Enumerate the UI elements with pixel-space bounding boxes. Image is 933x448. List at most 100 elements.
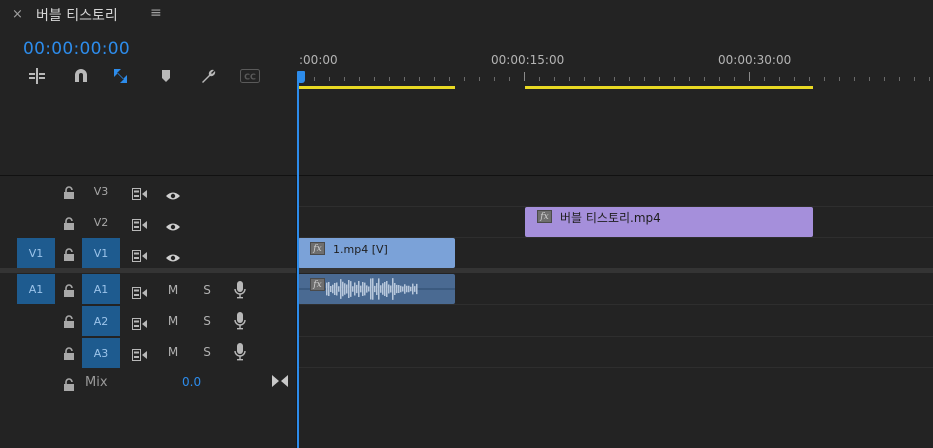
- panel-menu-icon[interactable]: ≡: [150, 5, 162, 21]
- playhead-handle[interactable]: [297, 71, 305, 83]
- track-label-a2[interactable]: A2: [82, 306, 120, 336]
- track-lock-icon[interactable]: [63, 345, 77, 360]
- ruler-tick: [659, 77, 660, 81]
- solo-track-button[interactable]: S: [200, 283, 214, 297]
- timeline-settings-wrench-icon[interactable]: [197, 66, 219, 86]
- ruler-tick: [899, 77, 900, 81]
- toggle-output-eye-icon[interactable]: [165, 186, 181, 205]
- sequence-tab-title[interactable]: 버블 티스토리: [36, 5, 118, 25]
- ruler-tick: [674, 77, 675, 81]
- ruler-tick: [869, 77, 870, 81]
- work-area-bar[interactable]: [298, 86, 455, 89]
- ruler-tick: [599, 77, 600, 81]
- video-clip-v1[interactable]: fx 1.mp4 [V]: [298, 238, 455, 268]
- ruler-tick: [719, 77, 720, 81]
- ruler-tick: [614, 77, 615, 81]
- track-divider: [297, 336, 933, 337]
- toggle-output-eye-icon[interactable]: [165, 217, 181, 236]
- ruler-tick: [779, 77, 780, 81]
- linked-selection-icon[interactable]: [111, 66, 133, 86]
- ruler-tick: [389, 77, 390, 81]
- fx-badge[interactable]: fx: [310, 278, 325, 291]
- ruler-tick: [554, 77, 555, 81]
- solo-track-button[interactable]: S: [200, 345, 214, 359]
- snap-magnet-icon[interactable]: [70, 66, 92, 86]
- sync-lock-icon[interactable]: [132, 346, 148, 365]
- voiceover-record-mic-icon[interactable]: [234, 343, 246, 365]
- ruler-tick: [404, 77, 405, 81]
- source-patch-a1[interactable]: A1: [17, 274, 55, 304]
- ruler-tick: [359, 77, 360, 81]
- track-label-a3[interactable]: A3: [82, 338, 120, 368]
- ruler-tick: [629, 77, 630, 81]
- ruler-label-15s: 00:00:15:00: [491, 53, 565, 67]
- ruler-label-0: :00:00: [299, 53, 338, 67]
- mute-track-button[interactable]: M: [166, 283, 180, 297]
- mute-track-button[interactable]: M: [166, 314, 180, 328]
- ruler-tick: [344, 77, 345, 81]
- clip-name: 버블 티스토리.mp4: [560, 211, 661, 225]
- mix-lock-icon[interactable]: [63, 376, 77, 391]
- ruler-tick: [329, 77, 330, 81]
- work-area-bar[interactable]: [525, 86, 813, 89]
- mix-volume-value[interactable]: 0.0: [182, 375, 201, 389]
- track-label-v3[interactable]: V3: [82, 176, 120, 206]
- sync-lock-icon[interactable]: [132, 315, 148, 334]
- mix-track-label: Mix: [85, 375, 108, 390]
- ruler-tick: [509, 77, 510, 81]
- audio-clip-a1[interactable]: fx: [298, 274, 455, 304]
- track-lock-icon[interactable]: [63, 215, 77, 230]
- svg-text:CC: CC: [244, 73, 256, 82]
- playhead-timecode[interactable]: 00:00:00:00: [23, 39, 130, 59]
- ruler-tick: [314, 77, 315, 81]
- video-clip-v2[interactable]: fx 버블 티스토리.mp4: [525, 207, 813, 237]
- ruler-tick: [809, 77, 810, 81]
- fx-badge[interactable]: fx: [537, 210, 552, 223]
- fx-badge[interactable]: fx: [310, 242, 325, 255]
- ruler-tick: [374, 77, 375, 81]
- ruler-tick: [929, 77, 930, 81]
- ruler-tick: [794, 77, 795, 81]
- ruler-tick: [584, 77, 585, 81]
- insert-edit-icon[interactable]: [26, 66, 48, 86]
- ruler-tick: [644, 77, 645, 81]
- ruler-label-30s: 00:00:30:00: [718, 53, 792, 67]
- voiceover-record-mic-icon[interactable]: [234, 281, 246, 303]
- close-panel-button[interactable]: ×: [12, 7, 23, 22]
- video-audio-separator[interactable]: [0, 268, 933, 273]
- ruler-tick: [689, 77, 690, 81]
- clip-name: 1.mp4 [V]: [333, 243, 388, 256]
- track-label-v1[interactable]: V1: [82, 238, 120, 268]
- ruler-tick: [419, 77, 420, 81]
- go-to-in-out-icon[interactable]: [272, 372, 288, 391]
- mute-track-button[interactable]: M: [166, 345, 180, 359]
- source-patch-v1[interactable]: V1: [17, 238, 55, 268]
- toggle-output-eye-icon[interactable]: [165, 248, 181, 267]
- ruler-tick: [854, 77, 855, 81]
- track-divider: [297, 304, 933, 305]
- add-marker-icon[interactable]: [155, 66, 177, 86]
- sync-lock-icon[interactable]: [132, 216, 148, 235]
- voiceover-record-mic-icon[interactable]: [234, 312, 246, 334]
- ruler-tick: [839, 77, 840, 81]
- ruler-tick: [764, 77, 765, 81]
- tracks-top-divider: [0, 175, 933, 176]
- track-lock-icon[interactable]: [63, 246, 77, 261]
- track-lock-icon[interactable]: [63, 184, 77, 199]
- sync-lock-icon[interactable]: [132, 185, 148, 204]
- ruler-tick: [824, 77, 825, 81]
- captions-cc-icon[interactable]: CC: [239, 66, 261, 86]
- playhead-line[interactable]: [297, 80, 299, 448]
- ruler-tick: [914, 77, 915, 81]
- ruler-tick: [884, 77, 885, 81]
- solo-track-button[interactable]: S: [200, 314, 214, 328]
- track-lock-icon[interactable]: [63, 282, 77, 297]
- sync-lock-icon[interactable]: [132, 247, 148, 266]
- ruler-tick: [449, 77, 450, 81]
- ruler-tick: [749, 72, 750, 81]
- track-label-a1[interactable]: A1: [82, 274, 120, 304]
- track-label-v2[interactable]: V2: [82, 207, 120, 237]
- ruler-tick: [524, 72, 525, 81]
- track-lock-icon[interactable]: [63, 313, 77, 328]
- sync-lock-icon[interactable]: [132, 284, 148, 303]
